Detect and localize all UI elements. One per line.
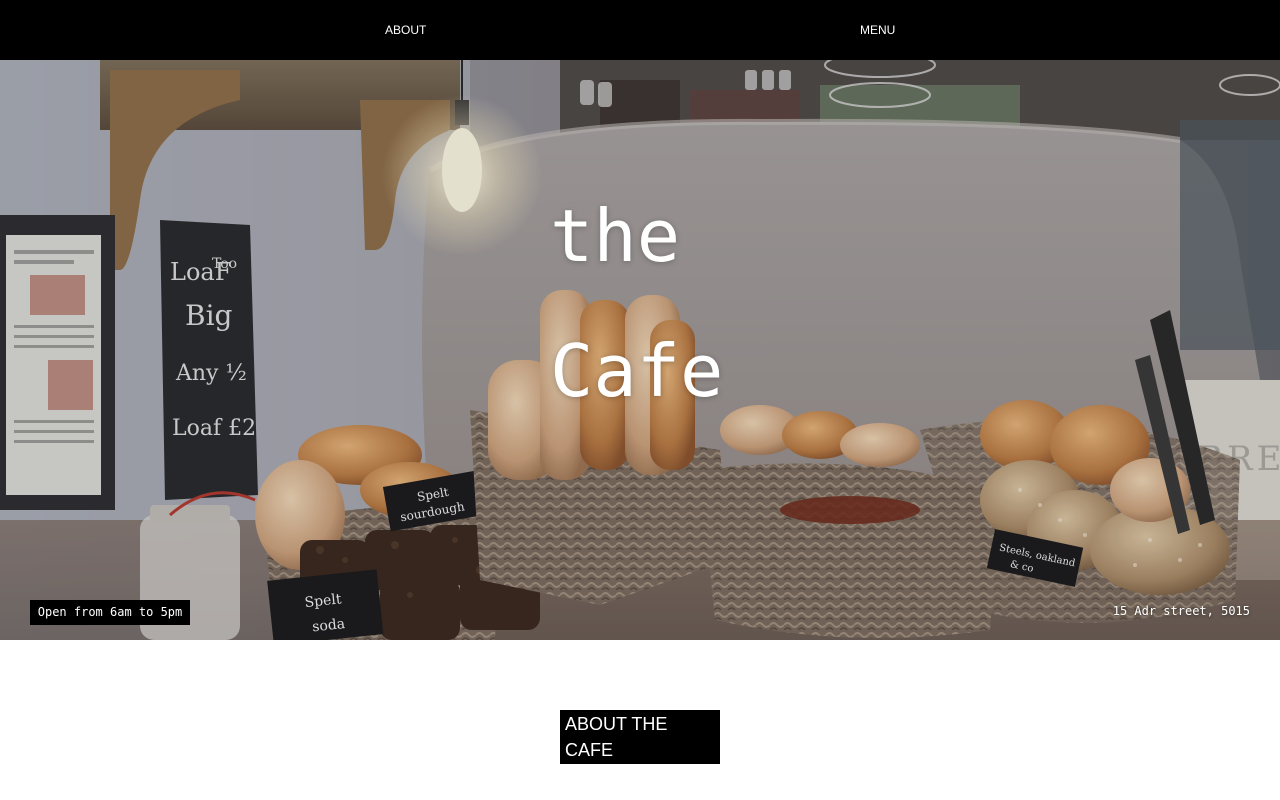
about-section-heading: ABOUT THE CAFE [560,710,720,764]
nav-link-menu[interactable]: MENU [860,0,895,60]
nav-link-about[interactable]: ABOUT [385,0,426,60]
hero-title-line-1: the [550,194,681,278]
hero-title-line-2: Cafe [550,329,724,413]
opening-hours-badge: Open from 6am to 5pm [30,600,190,625]
address-text: 15 Adr street, 5015 [1112,604,1250,618]
hero-banner: BRE LoaF Too Big Any ½ Loaf £2 Spelt sou… [0,60,1280,640]
top-navigation-bar: ABOUT MENU [0,0,1280,60]
